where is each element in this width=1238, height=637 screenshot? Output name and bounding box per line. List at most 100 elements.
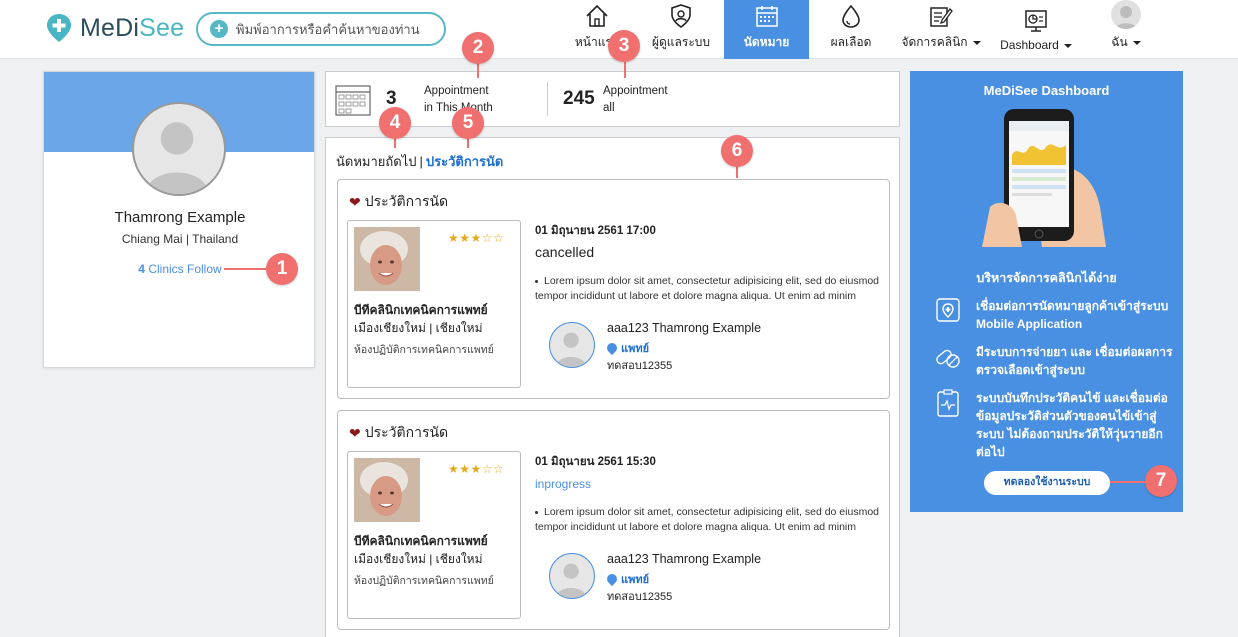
- nav-admin-label: ผู้ดูแลระบบ: [651, 35, 711, 49]
- nav-admin[interactable]: ผู้ดูแลระบบ: [640, 0, 722, 59]
- callout-line: [477, 62, 479, 78]
- clinic-name: บีทีคลินิกเทคนิคการแพทย์: [354, 303, 488, 317]
- doctor-info[interactable]: aaa123 Thamrong Example แพทย์ ทดสอบ12355: [549, 551, 869, 603]
- appointment-details: 01 มิถุนายน 2561 15:30 inprogress Lorem …: [535, 453, 880, 535]
- appointment-status: cancelled: [535, 244, 595, 260]
- callout-line: [224, 268, 266, 270]
- user-avatar: [1111, 0, 1141, 29]
- callout-badge: 6: [721, 135, 753, 167]
- bullet-icon: [535, 279, 538, 283]
- search-input[interactable]: [236, 21, 436, 37]
- nav-appointments-label: นัดหมาย: [743, 35, 790, 49]
- nav-dashboard[interactable]: Dashboard: [994, 0, 1078, 59]
- dashboard-icon: [1025, 10, 1047, 32]
- nav-user-label: ฉัน: [1111, 33, 1141, 52]
- appointment-description: Lorem ipsum dolor sit amet, consectetur …: [535, 275, 879, 302]
- heart-icon: ❤: [349, 424, 361, 441]
- callout-line: [624, 62, 626, 78]
- callout-line: [1110, 481, 1146, 483]
- promo-feature: มีระบบการจ่ายยา และ เชื่อมต่อผลการตรวจเล…: [934, 343, 1174, 383]
- appointment-description: Lorem ipsum dolor sit amet, consectetur …: [535, 506, 879, 533]
- doctor-avatar: [549, 553, 595, 599]
- tab-history[interactable]: ประวัติการนัด: [426, 154, 503, 169]
- callout-badge: 4: [379, 107, 411, 139]
- brand-name: MeDiSee: [80, 13, 185, 42]
- callout-badge: 7: [1145, 465, 1177, 497]
- all-appointment-label: Appointment all: [603, 85, 668, 114]
- nav-manage-clinic-label: จัดการคลินิก: [901, 33, 981, 52]
- appointment-datetime: 01 มิถุนายน 2561 17:00: [535, 225, 656, 237]
- clinic-type: ห้องปฏิบัติการเทคนิคการแพทย์: [354, 344, 494, 356]
- clinic-city: เมืองเชียงใหม่ | เชียงใหม่: [354, 321, 483, 335]
- appointment-stats: 3 Appointment in This Month 245 Appointme…: [325, 71, 900, 127]
- nav-appointments[interactable]: นัดหมาย: [724, 0, 809, 59]
- appointment-status: inprogress: [535, 477, 592, 491]
- appointments-panel: นัดหมายถัดไป | ประวัติการนัด ❤ ประวัติการนั…: [325, 137, 900, 637]
- doctor-name: aaa123 Thamrong Example: [607, 552, 762, 566]
- phone-in-hand-image: [982, 109, 1106, 247]
- doctor-role: แพทย์: [604, 339, 649, 357]
- tab-separator: |: [419, 154, 423, 169]
- promo-feature: เชื่อมต่อการนัดหมายลูกค้าเข้าสู่ระบบ Mob…: [934, 297, 1174, 337]
- doctor-role: แพทย์: [604, 570, 649, 588]
- callout-badge: 2: [462, 32, 494, 64]
- callout-badge: 3: [608, 30, 640, 62]
- promo-title: MeDiSee Dashboard: [983, 83, 1110, 98]
- chevron-down-icon: [1063, 43, 1072, 48]
- search-box[interactable]: +: [196, 12, 446, 46]
- promo-heading: บริหารจัดการคลินิกได้ง่าย: [976, 271, 1117, 285]
- clinic-info[interactable]: ★★★☆☆ บีทีคลินิกเทคนิคการแพทย์ เมืองเชีย…: [347, 451, 521, 619]
- promo-feature: ระบบบันทึกประวัติคนไข้ และเชื่อมต่อข้อมู…: [934, 389, 1174, 465]
- feature-text: มีระบบการจ่ายยา และ เชื่อมต่อผลการตรวจเล…: [976, 345, 1173, 377]
- calendar-icon: [755, 6, 778, 27]
- nav-blood-results[interactable]: ผลเลือด: [816, 0, 886, 59]
- dashboard-promo: MeDiSee Dashboard บริหารจัดการคลินิกได้ง…: [910, 71, 1183, 512]
- admin-shield-icon: [671, 4, 691, 28]
- nav-dashboard-label: Dashboard: [1000, 38, 1072, 52]
- chevron-down-icon: [1132, 40, 1141, 45]
- feature-text: เชื่อมต่อการนัดหมายลูกค้าเข้าสู่ระบบ Mob…: [976, 299, 1169, 331]
- clinic-rating-stars: ★★★☆☆: [448, 231, 505, 245]
- pill-icon: [936, 349, 960, 368]
- clinic-photo: [354, 227, 420, 291]
- doctor-note: ทดสอบ12355: [607, 591, 673, 603]
- appointment-tabs: นัดหมายถัดไป | ประวัติการนัด: [336, 151, 503, 172]
- feature-text: ระบบบันทึกประวัติคนไข้ และเชื่อมต่อข้อมู…: [976, 391, 1168, 459]
- doctor-avatar: [549, 322, 595, 368]
- card-header: ❤ ประวัติการนัด: [349, 193, 449, 210]
- profile-name: Thamrong Example: [114, 209, 246, 226]
- doctor-note: ทดสอบ12355: [607, 360, 673, 372]
- profile-card: Thamrong Example Chiang Mai | Thailand 4…: [43, 71, 315, 368]
- appointment-card[interactable]: ❤ ประวัติการนัด ★★★☆☆ บีทีคลินิกเทคนิคการ…: [337, 179, 890, 399]
- clinic-city: เมืองเชียงใหม่ | เชียงใหม่: [354, 552, 483, 566]
- appointment-details: 01 มิถุนายน 2561 17:00 cancelled Lorem i…: [535, 222, 880, 304]
- card-header: ❤ ประวัติการนัด: [349, 424, 449, 441]
- medisee-logo-icon: [46, 13, 72, 43]
- clinic-photo: [354, 458, 420, 522]
- mobile-app-pin-icon: [936, 298, 960, 322]
- nav-user-menu[interactable]: ฉัน: [1096, 0, 1156, 59]
- nav-manage-clinic[interactable]: จัดการคลินิก: [896, 0, 986, 59]
- chevron-down-icon: [972, 40, 981, 45]
- heart-icon: ❤: [349, 193, 361, 210]
- tab-upcoming[interactable]: นัดหมายถัดไป: [336, 154, 417, 169]
- brand-logo[interactable]: MeDiSee: [46, 13, 184, 43]
- stats-divider: [547, 82, 548, 116]
- bullet-icon: [535, 510, 538, 514]
- clipboard-icon: [937, 389, 959, 417]
- location-pin-icon: [604, 340, 620, 356]
- callout-badge: 1: [266, 253, 298, 285]
- clinic-info[interactable]: ★★★☆☆ บีทีคลินิกเทคนิคการแพทย์ เมืองเชีย…: [347, 220, 521, 388]
- clinic-type: ห้องปฏิบัติการเทคนิคการแพทย์: [354, 575, 494, 587]
- appointment-datetime: 01 มิถุนายน 2561 15:30: [535, 456, 656, 468]
- search-plus-icon: +: [210, 20, 228, 38]
- profile-location: Chiang Mai | Thailand: [121, 232, 239, 246]
- clinic-name: บีทีคลินิกเทคนิคการแพทย์: [354, 534, 488, 548]
- doctor-info[interactable]: aaa123 Thamrong Example แพทย์ ทดสอบ12355: [549, 320, 869, 372]
- location-pin-icon: [604, 571, 620, 587]
- calendar-icon: [335, 85, 371, 116]
- try-system-button[interactable]: ทดลองใช้งานระบบ: [984, 471, 1110, 495]
- callout-badge: 5: [452, 107, 484, 139]
- appointment-card[interactable]: ❤ ประวัติการนัด ★★★☆☆ บีทีคลินิกเทคนิคการ…: [337, 410, 890, 630]
- profile-avatar: [132, 102, 226, 196]
